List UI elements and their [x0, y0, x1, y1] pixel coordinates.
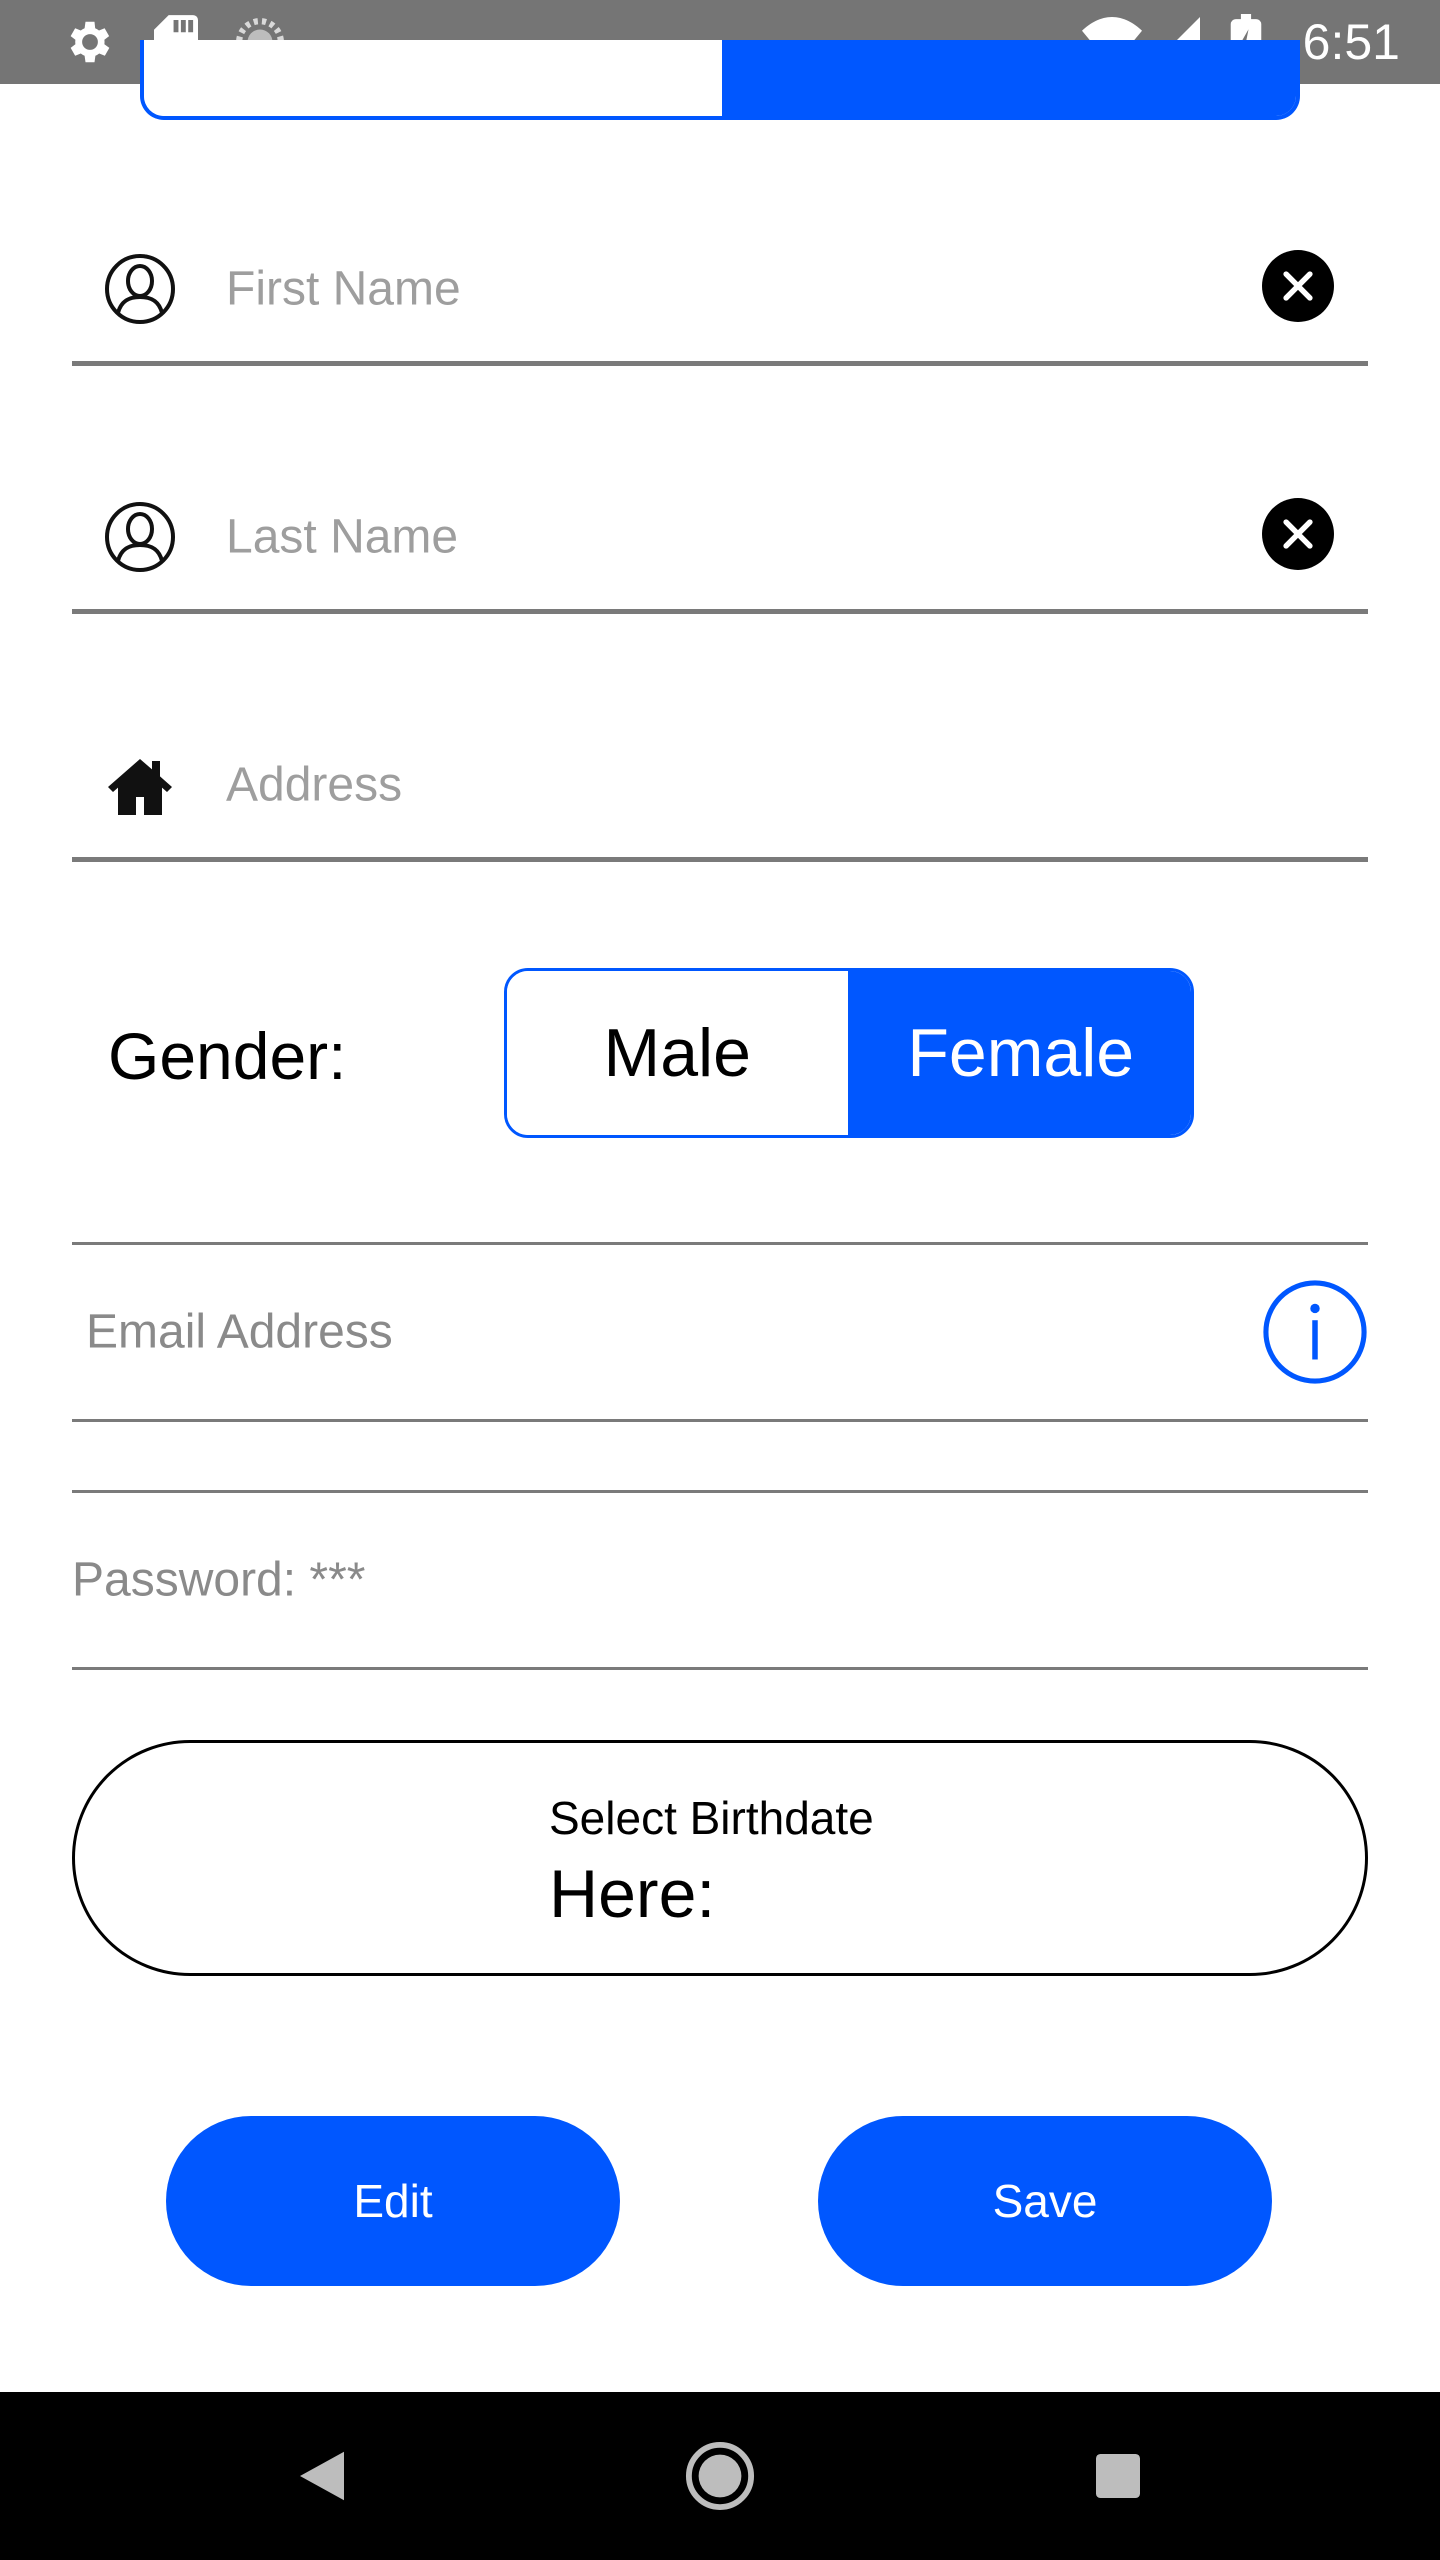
address-field[interactable]: Address	[72, 712, 1368, 862]
email-placeholder: Email Address	[86, 1305, 393, 1359]
gender-option-female[interactable]: Female	[850, 971, 1191, 1135]
home-icon	[104, 749, 176, 821]
top-segment-left[interactable]	[144, 40, 722, 116]
save-button[interactable]: Save	[818, 2116, 1272, 2286]
top-segmented-control	[140, 40, 1300, 120]
back-icon[interactable]	[280, 2392, 364, 2560]
edit-button[interactable]: Edit	[166, 2116, 620, 2286]
gender-selector: Male Female	[504, 968, 1194, 1138]
last-name-field[interactable]: Last Name	[72, 464, 1368, 614]
birthdate-label-line1: Select Birthdate	[549, 1792, 874, 1844]
first-name-clear-button[interactable]	[1262, 250, 1334, 322]
address-placeholder: Address	[226, 758, 403, 811]
password-field[interactable]: Password: ***	[72, 1490, 1368, 1670]
recents-icon[interactable]	[1076, 2392, 1160, 2560]
close-icon	[1283, 271, 1313, 301]
person-icon	[104, 501, 176, 573]
close-icon	[1283, 519, 1313, 549]
last-name-clear-button[interactable]	[1262, 498, 1334, 570]
first-name-field[interactable]: First Name	[72, 216, 1368, 366]
person-icon	[104, 253, 176, 325]
select-birthdate-button[interactable]: Select Birthdate Here:	[72, 1740, 1368, 1976]
navigation-bar	[0, 2392, 1440, 2560]
email-field[interactable]: Email Address	[72, 1242, 1368, 1422]
clock: 6:51	[1302, 14, 1400, 70]
birthdate-label-line2: Here:	[549, 1856, 716, 1932]
gender-option-male[interactable]: Male	[507, 971, 851, 1135]
last-name-placeholder: Last Name	[226, 510, 459, 563]
top-segment-right[interactable]	[722, 40, 1296, 116]
gender-label: Gender:	[108, 1019, 347, 1093]
password-text: Password: ***	[72, 1553, 366, 1607]
gear-icon	[62, 0, 118, 84]
first-name-placeholder: First Name	[226, 262, 461, 315]
info-icon[interactable]	[1262, 1279, 1368, 1385]
home-icon[interactable]	[680, 2392, 760, 2560]
